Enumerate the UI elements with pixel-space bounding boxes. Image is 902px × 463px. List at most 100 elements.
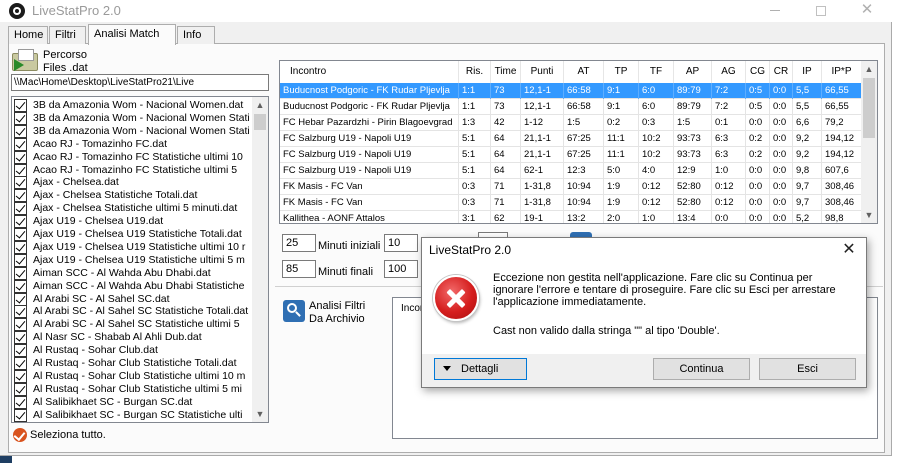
file-checkbox[interactable] bbox=[14, 99, 27, 112]
table-row[interactable]: FC Salzburg U19 - Napoli U19 5:1 64 21,1-1 6… bbox=[280, 147, 862, 163]
minuti-finali-input[interactable] bbox=[282, 260, 316, 278]
details-button[interactable]: Dettagli bbox=[434, 358, 527, 380]
file-checkbox[interactable] bbox=[14, 137, 27, 151]
list-item[interactable]: Ajax U19 - Chelsea U19 Statistiche ultim… bbox=[14, 240, 252, 254]
exit-button[interactable]: Esci bbox=[759, 358, 856, 380]
file-checkbox[interactable] bbox=[14, 163, 27, 177]
file-checkbox[interactable] bbox=[14, 240, 27, 254]
file-checkbox[interactable] bbox=[14, 331, 27, 345]
table-row[interactable]: FK Masis - FC Van 0:3 71 1-31,8 10:94 1:9 0:12… bbox=[280, 195, 862, 211]
file-checkbox[interactable] bbox=[14, 253, 27, 267]
list-item[interactable]: Acao RJ - Tomazinho FC.dat bbox=[14, 137, 252, 151]
maximize-button[interactable] bbox=[798, 0, 844, 22]
file-checkbox[interactable] bbox=[14, 202, 27, 216]
file-checkbox[interactable] bbox=[14, 176, 27, 190]
list-item[interactable]: 3B da Amazonia Wom - Nacional Women.dat bbox=[14, 99, 252, 112]
folder-icon[interactable] bbox=[12, 49, 38, 73]
column-header[interactable]: IP bbox=[793, 61, 822, 83]
file-checkbox[interactable] bbox=[14, 408, 27, 422]
list-item[interactable]: Ajax U19 - Chelsea U19 Statistiche ultim… bbox=[14, 253, 252, 267]
list-item[interactable]: Ajax - Chelsea Statistiche Totali.dat bbox=[14, 189, 252, 203]
file-checkbox[interactable] bbox=[14, 124, 27, 138]
table-row[interactable]: Buducnost Podgoric - FK Rudar Pljevlja 1:… bbox=[280, 99, 862, 115]
table-row[interactable]: FC Salzburg U19 - Napoli U19 5:1 64 62-1 12:… bbox=[280, 163, 862, 179]
table-row[interactable]: FK Masis - FC Van 0:3 71 1-31,8 10:94 1:9 0:12… bbox=[280, 179, 862, 195]
scroll-thumb[interactable] bbox=[863, 78, 875, 138]
list-item[interactable]: Al Rustaq - Sohar Club Statistiche ultim… bbox=[14, 369, 252, 383]
column-header[interactable]: Incontro bbox=[280, 61, 459, 83]
list-item[interactable]: Al Rustaq - Sohar Club Statistiche ultim… bbox=[14, 382, 252, 396]
file-checkbox[interactable] bbox=[14, 318, 27, 332]
secondary-filter-input-2[interactable] bbox=[384, 260, 418, 278]
file-checkbox[interactable] bbox=[14, 344, 27, 358]
list-item[interactable]: Acao RJ - Tomazinho FC Statistiche ultim… bbox=[14, 163, 252, 177]
secondary-filter-input-1[interactable] bbox=[384, 234, 418, 252]
list-item[interactable]: Al Arabi SC - Al Sahel SC Statistiche To… bbox=[14, 305, 252, 319]
continue-button[interactable]: Continua bbox=[653, 358, 750, 380]
file-checkbox[interactable] bbox=[14, 305, 27, 319]
table-row[interactable]: Kallithea - AONF Attalos 3:1 62 19-1 13:2 2:0… bbox=[280, 211, 862, 223]
table-row[interactable]: FC Salzburg U19 - Napoli U19 5:1 64 21,1-1 6… bbox=[280, 131, 862, 147]
file-checkbox[interactable] bbox=[14, 279, 27, 293]
table-row[interactable]: FC Hebar Pazardzhi - Pirin Blagoevgrad 1:… bbox=[280, 115, 862, 131]
file-checkbox[interactable] bbox=[14, 395, 27, 409]
column-header[interactable]: AT bbox=[564, 61, 604, 83]
table-scrollbar[interactable]: ▲ ▼ bbox=[861, 61, 877, 223]
list-item[interactable]: Aiman SCC - Al Wahda Abu Dhabi.dat bbox=[14, 266, 252, 280]
column-header[interactable]: CR bbox=[770, 61, 793, 83]
file-list-scrollbar[interactable]: ▲ ▼ bbox=[252, 97, 268, 422]
file-checkbox[interactable] bbox=[14, 369, 27, 383]
scroll-up-icon[interactable]: ▲ bbox=[252, 97, 268, 113]
file-checkbox[interactable] bbox=[14, 292, 27, 306]
file-checkbox[interactable] bbox=[14, 266, 27, 280]
file-checkbox[interactable] bbox=[14, 382, 27, 396]
list-item[interactable]: Ajax U19 - Chelsea U19 Statistiche Total… bbox=[14, 228, 252, 241]
list-item[interactable]: 3B da Amazonia Wom - Nacional Women Stat… bbox=[14, 124, 252, 138]
scroll-thumb[interactable] bbox=[254, 114, 266, 130]
column-header[interactable]: CG bbox=[746, 61, 770, 83]
list-item[interactable]: Aiman SCC - Al Wahda Abu Dhabi Statistic… bbox=[14, 279, 252, 293]
list-item[interactable]: Al Rustaq - Sohar Club.dat bbox=[14, 344, 252, 358]
file-checkbox[interactable] bbox=[14, 189, 27, 203]
path-input[interactable] bbox=[11, 74, 269, 91]
file-checkbox[interactable] bbox=[14, 111, 27, 125]
list-item[interactable]: Ajax - Chelsea Statistiche ultimi 5 minu… bbox=[14, 202, 252, 216]
file-checkbox[interactable] bbox=[14, 228, 27, 241]
column-header[interactable]: AP bbox=[674, 61, 712, 83]
minimize-button[interactable] bbox=[752, 0, 798, 22]
tab-analisi-match[interactable]: Analisi Match bbox=[88, 24, 176, 45]
list-item[interactable]: Ajax - Chelsea.dat bbox=[14, 176, 252, 190]
list-item[interactable]: Al Arabi SC - Al Sahel SC Statistiche ul… bbox=[14, 318, 252, 332]
tab-home[interactable]: Home bbox=[8, 26, 48, 44]
column-header[interactable]: Time bbox=[491, 61, 521, 83]
column-header[interactable]: IP*P bbox=[822, 61, 862, 83]
scroll-down-icon[interactable]: ▼ bbox=[861, 207, 877, 223]
column-header[interactable]: Punti bbox=[521, 61, 564, 83]
list-item[interactable]: Al Salibikhaet SC - Burgan SC Statistich… bbox=[14, 408, 252, 422]
list-item[interactable]: Al Nasr SC - Shabab Al Ahli Dub.dat bbox=[14, 331, 252, 345]
file-checkbox[interactable] bbox=[14, 357, 27, 370]
scroll-up-icon[interactable]: ▲ bbox=[861, 61, 877, 77]
file-checkbox[interactable] bbox=[14, 150, 27, 164]
matches-table[interactable]: Incontro Ris. Time Punti AT TP TF AP AG CG CR IP IP*… bbox=[279, 60, 878, 224]
dialog-close-button[interactable]: ✕ bbox=[832, 238, 866, 262]
table-row[interactable]: Buducnost Podgoric - FK Rudar Pljevlja 1:… bbox=[280, 83, 862, 99]
column-header[interactable]: Ris. bbox=[459, 61, 491, 83]
list-item[interactable]: Ajax U19 - Chelsea U19.dat bbox=[14, 215, 252, 229]
file-checkbox[interactable] bbox=[14, 215, 27, 229]
list-item[interactable]: Al Arabi SC - Al Sahel SC.dat bbox=[14, 292, 252, 306]
column-header[interactable]: TP bbox=[604, 61, 639, 83]
search-icon[interactable] bbox=[283, 300, 305, 322]
list-item[interactable]: Al Salibikhaet SC - Burgan SC.dat bbox=[14, 395, 252, 409]
tab-info[interactable]: Info bbox=[177, 26, 215, 44]
column-header[interactable]: TF bbox=[639, 61, 674, 83]
file-list[interactable]: 3B da Amazonia Wom - Nacional Women.dat 3… bbox=[11, 96, 269, 423]
scroll-down-icon[interactable]: ▼ bbox=[252, 406, 268, 422]
list-item[interactable]: Al Rustaq - Sohar Club Statistiche Total… bbox=[14, 357, 252, 370]
tab-filtri[interactable]: Filtri bbox=[49, 26, 86, 44]
column-header[interactable]: AG bbox=[712, 61, 746, 83]
minuti-iniziali-input[interactable] bbox=[282, 234, 316, 252]
close-button[interactable]: ✕ bbox=[844, 0, 890, 22]
list-item[interactable]: Acao RJ - Tomazinho FC Statistiche ultim… bbox=[14, 150, 252, 164]
list-item[interactable]: 3B da Amazonia Wom - Nacional Women Stat… bbox=[14, 111, 252, 125]
